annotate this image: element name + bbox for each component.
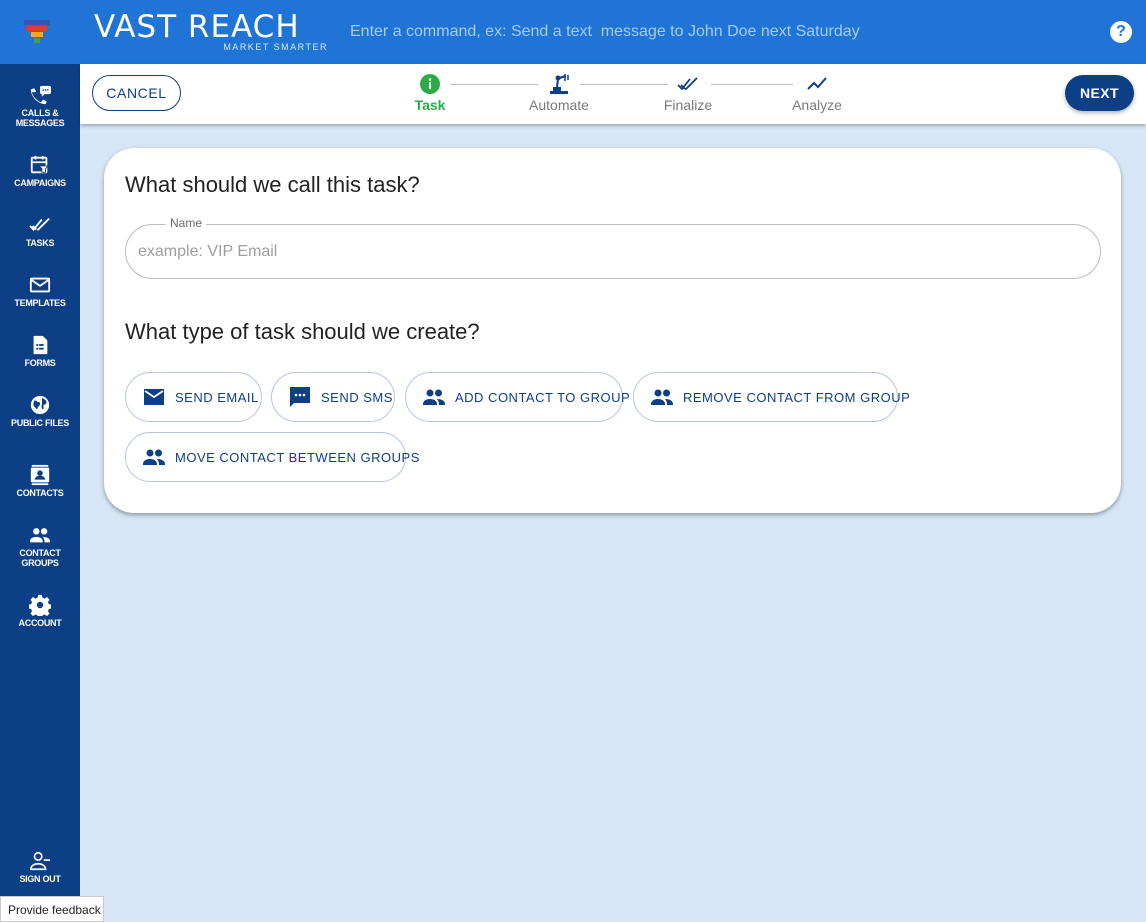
send-sms-button[interactable]: SEND SMS	[271, 372, 395, 422]
step-task[interactable]: Task	[385, 73, 475, 113]
step-automate[interactable]: Automate	[514, 73, 604, 113]
step-label: Automate	[529, 97, 589, 113]
move-contact-between-groups-label: MOVE CONTACT BETWEEN GROUPS	[175, 449, 420, 465]
sidebar-item-label: CONTACT GROUPS	[19, 548, 61, 568]
sidebar-item-label: CALLS & MESSAGES	[15, 108, 65, 128]
sidebar: CALLS & MESSAGES CAMPAIGNS TASKS TEMPLAT…	[0, 64, 80, 922]
add-contact-to-group-button[interactable]: ADD CONTACT TO GROUP	[405, 372, 630, 422]
logo-text: VAST REACH	[94, 9, 300, 45]
sidebar-item-public-files[interactable]: PUBLIC FILES	[0, 394, 80, 428]
sidebar-item-label: CONTACTS	[16, 488, 64, 498]
info-icon	[420, 74, 440, 94]
command-input[interactable]	[342, 16, 1062, 48]
mail-icon	[144, 389, 164, 405]
sidebar-item-label: TASKS	[25, 238, 55, 248]
name-field[interactable]: Name	[125, 216, 1101, 279]
sidebar-item-label: FORMS	[24, 358, 56, 368]
sms-icon	[290, 387, 310, 407]
provide-feedback-button[interactable]: Provide feedback	[0, 896, 104, 922]
send-email-label: SEND EMAIL	[175, 389, 259, 405]
sidebar-item-templates[interactable]: TEMPLATES	[0, 274, 80, 308]
sidebar-item-contacts[interactable]: CONTACTS	[0, 464, 80, 498]
sidebar-item-label: CAMPAIGNS	[14, 178, 66, 188]
step-label: Analyze	[792, 97, 842, 113]
top-bar: VAST REACH MARKET SMARTER ?	[0, 0, 1146, 64]
send-email-button[interactable]: SEND EMAIL	[125, 372, 262, 422]
next-button[interactable]: NEXT	[1065, 75, 1134, 111]
cancel-button[interactable]: CANCEL	[92, 75, 181, 111]
help-icon[interactable]: ?	[1110, 21, 1132, 43]
sign-out-icon	[30, 851, 51, 871]
people-icon	[29, 528, 51, 543]
sidebar-item-forms[interactable]: FORMS	[0, 334, 80, 368]
sidebar-item-label: PUBLIC FILES	[11, 418, 69, 428]
task-setup-card: What should we call this task? Name What…	[104, 148, 1121, 513]
sidebar-item-contact-groups[interactable]: CONTACT GROUPS	[0, 524, 80, 568]
name-question-heading: What should we call this task?	[125, 172, 420, 197]
name-field-label: Name	[166, 216, 207, 230]
sign-out-button[interactable]: SIGN OUT	[0, 850, 80, 884]
trend-line-icon	[807, 77, 827, 90]
people-icon	[423, 389, 445, 405]
stepper-bar: CANCEL Task Automate Finalize Analyze NE…	[80, 64, 1146, 124]
remove-contact-from-group-button[interactable]: REMOVE CONTACT FROM GROUP	[633, 372, 910, 422]
mail-icon	[29, 277, 51, 293]
move-contact-between-groups-button[interactable]: MOVE CONTACT BETWEEN GROUPS	[125, 432, 419, 482]
sidebar-item-calls-messages[interactable]: CALLS & MESSAGES	[0, 84, 80, 128]
name-input[interactable]	[138, 237, 1078, 267]
phone-chat-icon	[30, 85, 51, 105]
step-finalize[interactable]: Finalize	[643, 73, 733, 113]
add-contact-to-group-label: ADD CONTACT TO GROUP	[455, 389, 631, 405]
app-logo[interactable]: VAST REACH MARKET SMARTER	[94, 10, 334, 56]
step-label: Task	[414, 97, 446, 113]
document-icon	[33, 335, 48, 355]
contact-card-icon	[30, 464, 50, 486]
sidebar-item-account[interactable]: ACCOUNT	[0, 594, 80, 628]
logo-tagline: MARKET SMARTER	[223, 42, 328, 52]
funnel-logo-icon	[24, 20, 50, 43]
double-check-icon	[29, 217, 50, 231]
robot-arm-icon	[550, 74, 569, 94]
globe-icon	[30, 395, 50, 415]
people-icon	[143, 449, 165, 465]
gear-icon	[29, 594, 51, 616]
remove-contact-from-group-label: REMOVE CONTACT FROM GROUP	[683, 389, 911, 405]
send-sms-label: SEND SMS	[321, 389, 393, 405]
type-question-heading: What type of task should we create?	[125, 319, 480, 344]
people-icon	[651, 389, 673, 405]
sidebar-item-label: ACCOUNT	[18, 618, 62, 628]
sign-out-label: SIGN OUT	[19, 874, 61, 884]
double-check-icon	[677, 77, 698, 91]
sidebar-item-label: TEMPLATES	[14, 298, 66, 308]
step-analyze[interactable]: Analyze	[772, 73, 862, 113]
sidebar-item-campaigns[interactable]: CAMPAIGNS	[0, 154, 80, 188]
calendar-icon	[30, 155, 50, 174]
step-label: Finalize	[663, 97, 713, 113]
sidebar-item-tasks[interactable]: TASKS	[0, 214, 80, 248]
